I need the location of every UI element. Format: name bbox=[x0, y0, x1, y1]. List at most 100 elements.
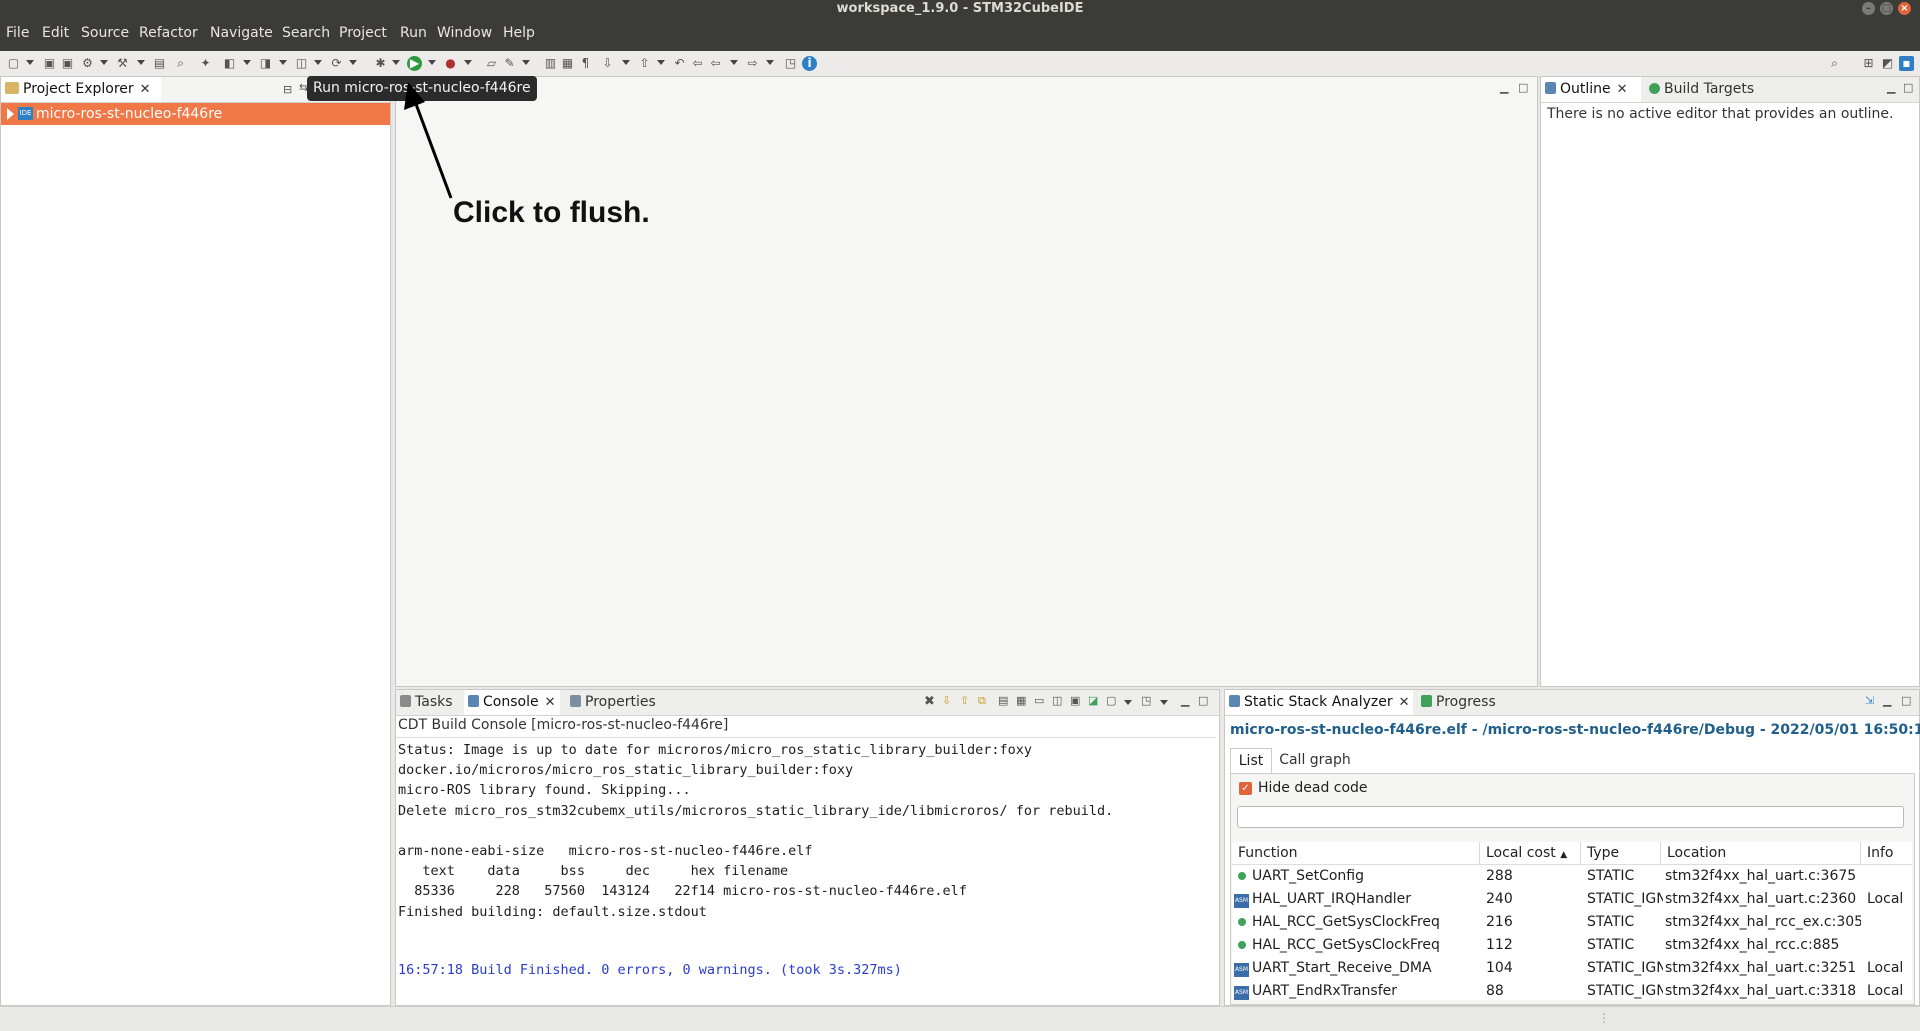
save-all-icon[interactable]: ▣ bbox=[60, 56, 75, 71]
minimize-window-icon[interactable]: – bbox=[1862, 2, 1875, 15]
tab-build-targets[interactable]: Build Targets bbox=[1645, 77, 1765, 102]
tab-outline[interactable]: Outline ✕ bbox=[1541, 77, 1641, 102]
table-row[interactable]: ASM UART_Start_Receive_DMA 104 STATIC_IGN st… bbox=[1232, 957, 1905, 980]
run-icon[interactable]: ▶ bbox=[407, 56, 422, 71]
menu-navigate[interactable]: Navigate bbox=[210, 25, 273, 41]
wand-icon[interactable]: ✎ bbox=[502, 56, 517, 71]
refresh-dropdown-icon[interactable] bbox=[349, 60, 357, 65]
close-icon[interactable]: ✕ bbox=[1399, 695, 1410, 710]
close-window-icon[interactable]: × bbox=[1898, 2, 1911, 15]
tab-project-explorer[interactable]: Project Explorer ✕ bbox=[1, 77, 161, 102]
new-console-icon[interactable]: ◳ bbox=[1141, 694, 1151, 707]
open-console-icon[interactable]: ◪ bbox=[1088, 694, 1098, 707]
new-class-icon[interactable]: ◧ bbox=[222, 56, 237, 71]
menu-edit[interactable]: Edit bbox=[42, 25, 69, 41]
close-icon[interactable]: ✕ bbox=[545, 695, 556, 710]
subtab-call-graph[interactable]: Call graph bbox=[1275, 748, 1355, 773]
external-tools-dropdown-icon[interactable] bbox=[464, 60, 472, 65]
maximize-icon[interactable]: □ bbox=[1198, 694, 1208, 707]
prev-annotation-dropdown-icon[interactable] bbox=[657, 60, 665, 65]
next-annotation-icon[interactable]: ⇩ bbox=[600, 56, 615, 71]
hammer-dropdown-icon[interactable] bbox=[137, 60, 145, 65]
save-icon[interactable]: ▣ bbox=[42, 56, 57, 71]
refresh-icon[interactable]: ⟳ bbox=[329, 56, 344, 71]
tab-tasks[interactable]: Tasks bbox=[396, 690, 462, 715]
new-file-icon[interactable]: ◫ bbox=[294, 56, 309, 71]
wand-dropdown-icon[interactable] bbox=[522, 60, 530, 65]
minimize-icon[interactable]: ▁ bbox=[1500, 81, 1508, 94]
menu-project[interactable]: Project bbox=[339, 25, 387, 41]
menu-window[interactable]: Window bbox=[437, 25, 492, 41]
clear-icon[interactable]: ▭ bbox=[1034, 694, 1044, 707]
forward-icon[interactable]: ⇨ bbox=[745, 56, 760, 71]
open-folder-icon[interactable]: ▱ bbox=[484, 56, 499, 71]
tab-static-stack-analyzer[interactable]: Static Stack Analyzer ✕ bbox=[1225, 690, 1413, 715]
new-console-dropdown-icon[interactable] bbox=[1160, 700, 1168, 705]
list-item[interactable]: IDE micro-ros-st-nucleo-f446re bbox=[1, 103, 390, 125]
maximize-icon[interactable]: □ bbox=[1903, 81, 1913, 94]
word-wrap-icon[interactable]: ▦ bbox=[1016, 694, 1026, 707]
new-folder-icon[interactable]: ◨ bbox=[258, 56, 273, 71]
cpp-perspective-icon[interactable]: ◩ bbox=[1880, 56, 1895, 71]
collapse-all-icon[interactable]: ⊟ bbox=[283, 83, 292, 96]
tab-properties[interactable]: Properties bbox=[566, 690, 666, 715]
forward-dropdown-icon[interactable] bbox=[766, 60, 774, 65]
search-icon[interactable]: ⌕ bbox=[1827, 56, 1842, 71]
tab-console[interactable]: Console ✕ bbox=[464, 690, 560, 715]
maximize-window-icon[interactable]: □ bbox=[1880, 2, 1893, 15]
maximize-icon[interactable]: □ bbox=[1518, 81, 1528, 94]
back-icon[interactable]: ⇦ bbox=[690, 56, 705, 71]
export-icon[interactable]: ⇲ bbox=[1865, 694, 1874, 707]
debug-dropdown-icon[interactable] bbox=[392, 60, 400, 65]
minimize-icon[interactable]: ▁ bbox=[1181, 694, 1189, 707]
table-row[interactable]: UART_SetConfig 288 STATIC stm32f4xx_hal_uar… bbox=[1232, 865, 1905, 888]
pin-console-icon[interactable]: ◫ bbox=[1052, 694, 1062, 707]
pin-editor-icon[interactable]: ◳ bbox=[783, 56, 798, 71]
menu-run[interactable]: Run bbox=[400, 25, 427, 41]
table-row[interactable]: ASM UART_EndRxTransfer 88 STATIC_IGN stm32f4… bbox=[1232, 980, 1905, 1000]
col-type[interactable]: Type bbox=[1581, 842, 1661, 864]
clear-console-icon[interactable]: ✖ bbox=[924, 694, 935, 709]
tab-progress[interactable]: Progress bbox=[1417, 690, 1507, 715]
info-icon[interactable]: i bbox=[802, 56, 817, 71]
hammer-build-icon[interactable]: ⚒ bbox=[115, 56, 130, 71]
scroll-lock-icon[interactable]: ▤ bbox=[998, 694, 1008, 707]
console-view-dropdown-icon[interactable] bbox=[1124, 700, 1132, 705]
device-perspective-icon[interactable]: ▪ bbox=[1899, 56, 1914, 71]
new-icon[interactable]: ▢ bbox=[6, 56, 21, 71]
menu-search[interactable]: Search bbox=[282, 25, 330, 41]
console-view-icon[interactable]: ▢ bbox=[1106, 694, 1116, 707]
prev-annotation-icon[interactable]: ⇧ bbox=[637, 56, 652, 71]
hide-dead-code-checkbox[interactable]: ✓ bbox=[1239, 782, 1252, 795]
col-function[interactable]: Function bbox=[1232, 842, 1480, 864]
external-tools-icon[interactable]: ● bbox=[443, 56, 458, 71]
copy-icon[interactable]: ⧉ bbox=[978, 694, 986, 708]
filter-input[interactable] bbox=[1237, 806, 1904, 828]
col-info[interactable]: Info bbox=[1861, 842, 1912, 864]
col-local-cost[interactable]: Local cost ▲ bbox=[1480, 842, 1581, 864]
back-dropdown-icon[interactable] bbox=[730, 60, 738, 65]
table-row[interactable]: ASM HAL_UART_IRQHandler 240 STATIC_IGN stm32… bbox=[1232, 888, 1905, 911]
menu-source[interactable]: Source bbox=[81, 25, 129, 41]
new-class-dropdown-icon[interactable] bbox=[243, 60, 251, 65]
build-dropdown-icon[interactable] bbox=[100, 60, 108, 65]
maximize-icon[interactable]: □ bbox=[1901, 694, 1911, 707]
toggle-block-icon[interactable]: ▦ bbox=[560, 56, 575, 71]
minimize-icon[interactable]: ▁ bbox=[1887, 81, 1895, 94]
close-icon[interactable]: ✕ bbox=[140, 82, 151, 97]
menu-file[interactable]: File bbox=[6, 25, 29, 41]
close-icon[interactable]: ✕ bbox=[1617, 82, 1628, 97]
scroll-down-icon[interactable]: ⇩ bbox=[942, 694, 951, 707]
new-file-dropdown-icon[interactable] bbox=[314, 60, 322, 65]
minimize-icon[interactable]: ▁ bbox=[1883, 694, 1891, 707]
whitespace-icon[interactable]: ¶ bbox=[578, 56, 593, 71]
new-dropdown-icon[interactable] bbox=[26, 60, 34, 65]
table-row[interactable]: HAL_RCC_GetSysClockFreq 112 STATIC stm32f4x… bbox=[1232, 934, 1905, 957]
open-perspective-icon[interactable]: ⊞ bbox=[1861, 56, 1876, 71]
debug-icon[interactable]: ✱ bbox=[373, 56, 388, 71]
subtab-list[interactable]: List bbox=[1230, 748, 1272, 774]
back-history-icon[interactable]: ⇦ bbox=[708, 56, 723, 71]
pin-icon[interactable]: ✦ bbox=[198, 56, 213, 71]
build-settings-icon[interactable]: ⚙ bbox=[80, 56, 95, 71]
menu-help[interactable]: Help bbox=[503, 25, 535, 41]
